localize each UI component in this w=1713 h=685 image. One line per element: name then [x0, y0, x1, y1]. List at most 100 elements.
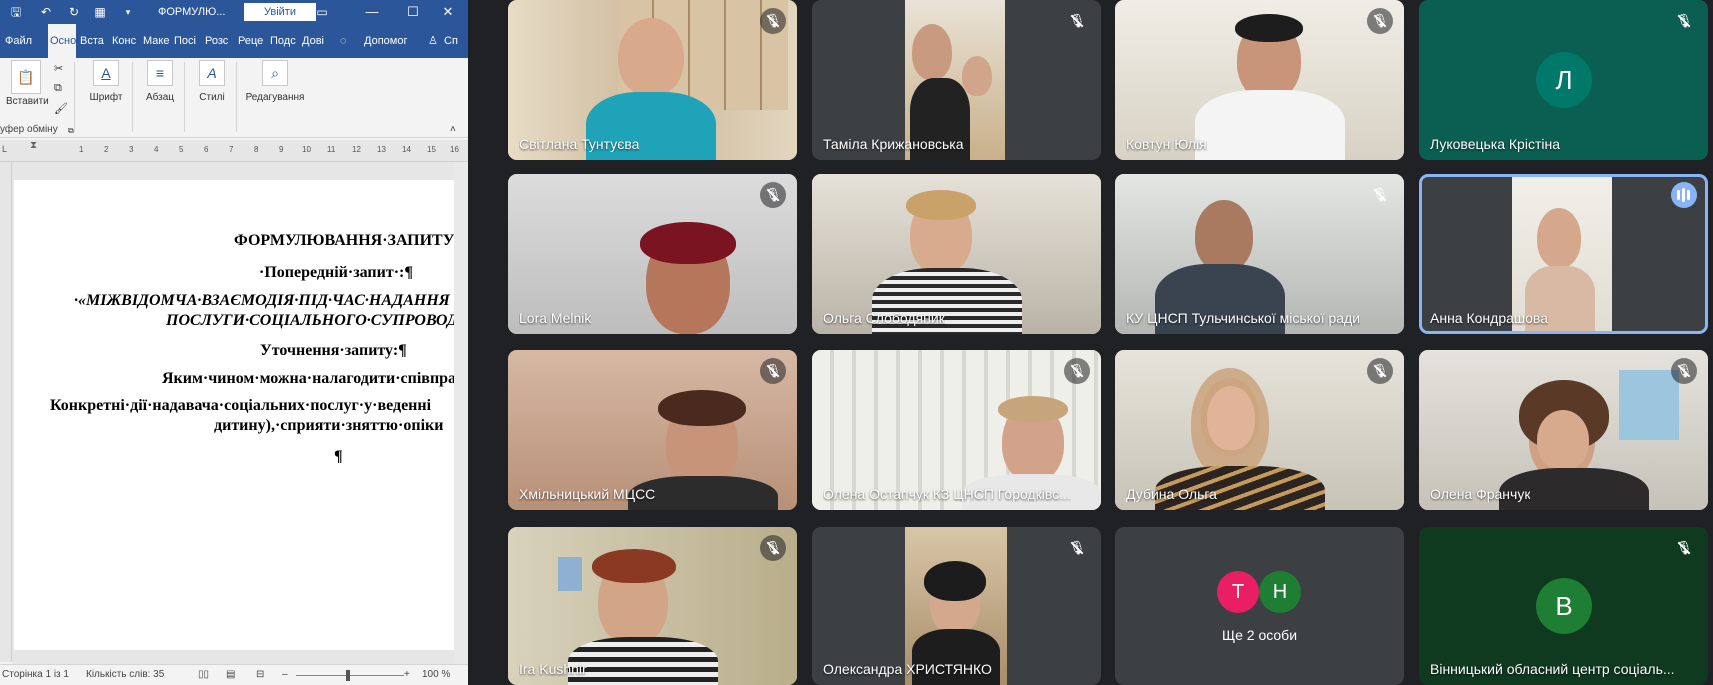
more-participants-label: Ще 2 особи	[1221, 627, 1298, 643]
tell-me-field[interactable]: Допомог	[364, 24, 420, 58]
participant-tile[interactable]: В 🎙 Вінницький обласний центр соціаль...	[1419, 527, 1708, 685]
web-layout-icon[interactable]: ⊟	[256, 669, 264, 680]
participant-name: Олександра ХРИСТЯНКО	[823, 661, 992, 677]
avatar: Л	[1536, 52, 1592, 108]
tab-view[interactable]: Подс	[270, 24, 296, 58]
zoom-level[interactable]: 100 %	[422, 669, 450, 680]
tab-help[interactable]: Дові	[302, 24, 328, 58]
avatar: Т	[1217, 571, 1259, 613]
zoom-slider[interactable]	[296, 675, 404, 676]
close-icon[interactable]: ✕	[428, 0, 468, 24]
sign-in-button[interactable]: Увійти	[244, 3, 316, 21]
lightbulb-icon[interactable]: ◌	[340, 24, 354, 58]
muted-mic-icon: 🎙	[1671, 535, 1697, 561]
muted-mic-icon: 🎙	[760, 8, 786, 34]
muted-mic-icon: 🎙	[1671, 358, 1697, 384]
doc-line-question: Яким·чином·можна·налагодити·співпрацю	[162, 370, 454, 387]
vertical-scrollbar[interactable]	[454, 162, 468, 664]
format-painter-icon[interactable]: 🖌	[54, 102, 68, 115]
document-page[interactable]: ФОРМУЛЮВАННЯ·ЗАПИТУ¶ ·Попередній·запит·:…	[14, 180, 454, 650]
collapse-ribbon-icon[interactable]: ˄	[450, 124, 456, 135]
muted-mic-icon: 🎙	[760, 535, 786, 561]
zoom-in-icon[interactable]: +	[404, 669, 410, 680]
ribbon-display-icon[interactable]: ▭	[310, 0, 334, 24]
participant-name: Таміла Крижановська	[823, 136, 964, 152]
participant-tile[interactable]: 🎙 Світлана Тунтуєва	[508, 0, 797, 160]
cut-icon[interactable]: ✂	[54, 62, 63, 75]
participant-name: Світлана Тунтуєва	[519, 136, 640, 152]
tab-home[interactable]: Осно	[48, 24, 76, 58]
participant-tile[interactable]: 🎙 Олександра ХРИСТЯНКО	[812, 527, 1101, 685]
maximize-icon[interactable]: ☐	[393, 0, 433, 24]
tab-layout[interactable]: Маке	[143, 24, 169, 58]
clipboard-group-caption: уфер обміну	[0, 124, 58, 135]
muted-mic-icon: 🎙	[1064, 535, 1090, 561]
participant-tile[interactable]: 🎙 Олена Франчук	[1419, 350, 1708, 510]
tab-insert[interactable]: Вста	[80, 24, 106, 58]
muted-mic-icon: 🎙	[1367, 182, 1393, 208]
muted-mic-icon: 🎙	[760, 358, 786, 384]
customize-qat-icon[interactable]: ▾	[116, 0, 140, 24]
font-group-button[interactable]: A Шрифт	[84, 60, 128, 130]
font-color-icon: A	[93, 60, 119, 86]
paste-button[interactable]: 📋 Вставити	[6, 60, 49, 130]
participant-name: Хмільницький МЦСС	[519, 486, 656, 502]
doc-line-topic: ·«МІЖВІДОМЧА·ВЗАЄМОДІЯ·ПІД·ЧАС·НАДАННЯ	[74, 292, 450, 309]
more-participants-tile[interactable]: Т Н Ще 2 особи	[1115, 527, 1404, 685]
tab-references[interactable]: Посі	[174, 24, 200, 58]
table-icon[interactable]: ▦	[88, 0, 112, 24]
editing-group-button[interactable]: ⌕ Редагування	[240, 60, 310, 130]
participant-tile[interactable]: 🎙 Ковтун Юлія	[1115, 0, 1404, 160]
ribbon: 📋 Вставити ✂ ⧉ 🖌 A Шрифт ≡ Абзац A Стилі	[0, 58, 468, 138]
tab-mailings[interactable]: Розс	[205, 24, 231, 58]
participant-name: Ira Kushnir	[519, 661, 587, 677]
print-layout-icon[interactable]: ▤	[226, 669, 235, 680]
tab-review[interactable]: Реце	[238, 24, 264, 58]
doc-empty-paragraph: ¶	[334, 448, 343, 465]
indent-marker-icon[interactable]: ⧗	[30, 140, 37, 151]
participant-tile[interactable]: 🎙 Lora Melnik	[508, 174, 797, 334]
speaking-indicator-icon	[1671, 182, 1697, 208]
participant-tile[interactable]: 🎙 Хмільницький МЦСС	[508, 350, 797, 510]
tab-file[interactable]: Файл	[5, 24, 37, 58]
minimize-icon[interactable]: —	[352, 0, 392, 24]
paragraph-group-button[interactable]: ≡ Абзац	[138, 60, 182, 130]
undo-icon[interactable]: ↶	[34, 0, 58, 24]
participant-tile[interactable]: Л 🎙 Луковецька Крістіна	[1419, 0, 1708, 160]
avatar: Н	[1259, 571, 1301, 613]
participant-name: КУ ЦНСП Тульчинської міської ради	[1126, 310, 1361, 326]
copy-icon[interactable]: ⧉	[54, 82, 62, 95]
redo-icon[interactable]: ↻	[62, 0, 86, 24]
participant-name: Луковецька Крістіна	[1430, 136, 1560, 152]
participant-name: Дубина Ольга	[1126, 486, 1217, 502]
zoom-slider-thumb[interactable]	[346, 670, 350, 681]
muted-mic-icon: 🎙	[1671, 8, 1697, 34]
page-count[interactable]: Сторінка 1 із 1	[2, 669, 69, 680]
participant-tile[interactable]: 🎙 Дубина Ольга	[1115, 350, 1404, 510]
participant-name: Вінницький обласний центр соціаль...	[1430, 661, 1675, 677]
horizontal-ruler[interactable]: L ⧗ 1 2 3 4 5 6 7 8 9 10 11 12 13 14 15 …	[0, 140, 468, 162]
ribbon-tabs: Файл Осно Вста Конс Маке Посі Розс Реце …	[0, 24, 468, 58]
participant-tile[interactable]: 🎙 Олена Остапчук КЗ ЦНСП Городківс...	[812, 350, 1101, 510]
participant-tile[interactable]: 🎙 Ira Kushnir	[508, 527, 797, 685]
participant-tile[interactable]: Ольга Слободяник	[812, 174, 1101, 334]
tab-selector-icon[interactable]: L	[2, 144, 7, 154]
participant-tile[interactable]: 🎙 Таміла Крижановська	[812, 0, 1101, 160]
read-mode-icon[interactable]: ▯▯	[198, 669, 209, 680]
clipboard-launcher-icon[interactable]: ⧉	[68, 126, 74, 136]
styles-group-button[interactable]: A Стилі	[190, 60, 234, 130]
save-icon[interactable]: 🖫	[4, 0, 28, 24]
vertical-ruler[interactable]	[0, 162, 12, 662]
muted-mic-icon: 🎙	[1367, 358, 1393, 384]
word-title-bar: 🖫 ↶ ↻ ▦ ▾ ФОРМУЛЮ... Увійти ▭ — ☐ ✕	[0, 0, 468, 24]
avatar: В	[1536, 578, 1592, 634]
muted-mic-icon: 🎙	[1064, 358, 1090, 384]
share-tab[interactable]: Сп	[444, 24, 464, 58]
word-count[interactable]: Кількість слів: 35	[86, 669, 164, 680]
tab-design[interactable]: Конс	[112, 24, 138, 58]
participant-tile[interactable]: 🎙 КУ ЦНСП Тульчинської міської ради	[1115, 174, 1404, 334]
person-icon[interactable]: ♙	[428, 24, 442, 58]
zoom-out-icon[interactable]: –	[282, 669, 288, 680]
word-window: 🖫 ↶ ↻ ▦ ▾ ФОРМУЛЮ... Увійти ▭ — ☐ ✕ Файл…	[0, 0, 468, 685]
participant-tile-speaking[interactable]: Анна Кондрашова	[1419, 174, 1708, 334]
